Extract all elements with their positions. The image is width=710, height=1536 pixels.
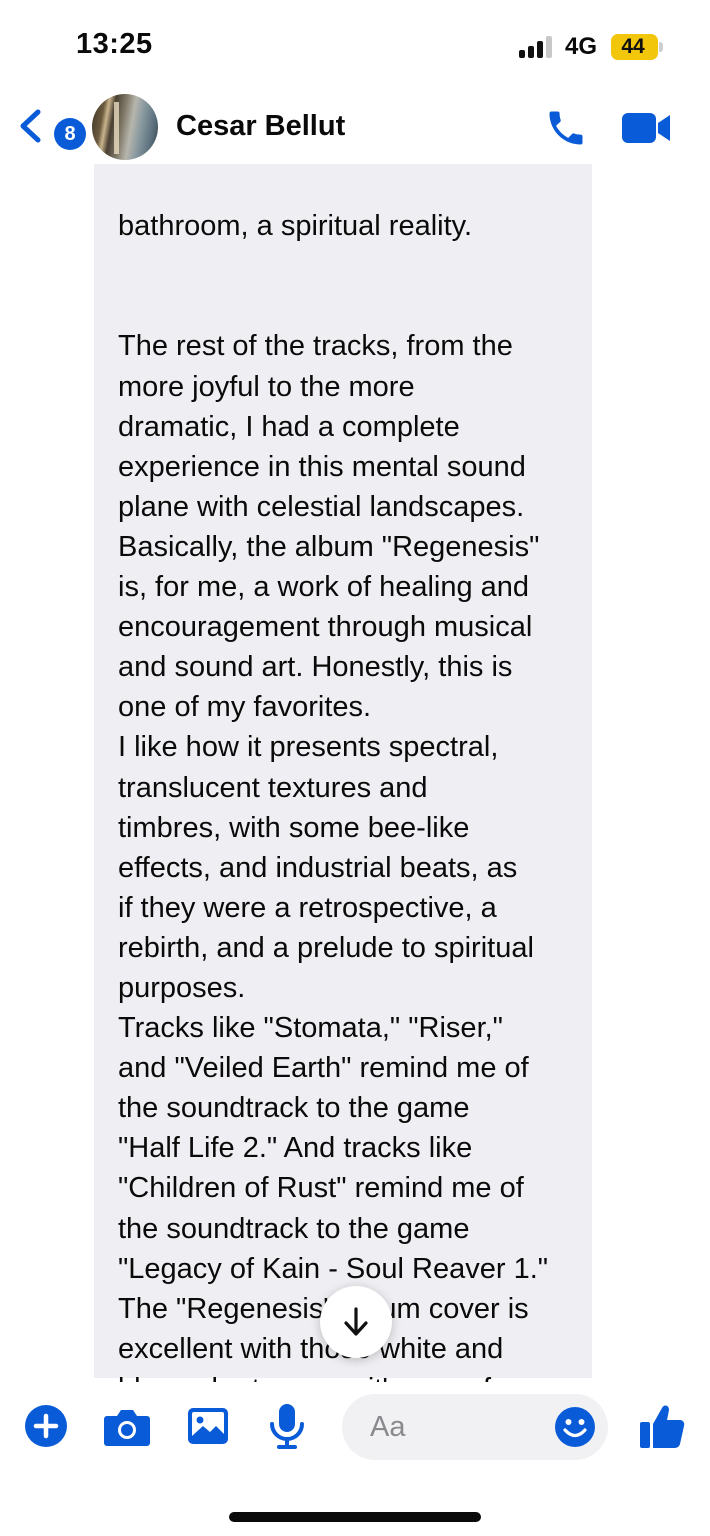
back-chevron-icon: [20, 109, 41, 143]
message-line: Tracks like "Stomata," "Riser,": [118, 1012, 503, 1045]
message-line: purposes.: [118, 971, 246, 1004]
arrow-down-icon: [344, 1307, 368, 1336]
contact-avatar[interactable]: [92, 94, 158, 160]
message-line: timbres, with some bee-like: [118, 811, 470, 844]
message-input[interactable]: [370, 1408, 540, 1446]
video-camera-icon[interactable]: [620, 110, 672, 146]
messenger-chat-screen: 13:25 4G 44 8 Cesar Bellut bathroom, a s…: [0, 0, 710, 1536]
message-line: the soundtrack to the game: [118, 1092, 470, 1125]
thumbs-up-icon[interactable]: [638, 1402, 686, 1450]
status-time: 13:25: [76, 28, 153, 60]
message-line: I like how it presents spectral,: [118, 731, 499, 764]
cellular-signal-icon: [519, 36, 555, 58]
message-line: more joyful to the more: [118, 370, 415, 403]
message-line: encouragement through musical: [118, 611, 533, 644]
message-text: bathroom, a spiritual reality. The rest …: [118, 164, 588, 1382]
emoji-icon[interactable]: [554, 1406, 596, 1448]
photo-icon[interactable]: [186, 1406, 230, 1446]
plus-icon[interactable]: [24, 1404, 68, 1448]
message-line: the soundtrack to the game: [118, 1212, 470, 1245]
message-line: if they were a retrospective, a: [118, 891, 497, 924]
status-bar: 13:25 4G 44: [0, 0, 710, 92]
message-line: experience in this mental sound: [118, 450, 526, 483]
message-line: and "Veiled Earth" remind me of: [118, 1052, 529, 1085]
message-lines: The rest of the tracks, from the more joy…: [118, 326, 588, 1382]
battery-level: 44: [621, 35, 645, 58]
camera-icon[interactable]: [103, 1406, 151, 1448]
message-line: "Children of Rust" remind me of: [118, 1172, 524, 1205]
message-line: blue color tones — it's one of: [118, 1369, 588, 1382]
message-line: is, for me, a work of healing and: [118, 571, 530, 604]
message-line: dramatic, I had a complete: [118, 410, 460, 443]
microphone-icon[interactable]: [268, 1402, 306, 1450]
message-line: rebirth, and a prelude to spiritual: [118, 931, 534, 964]
unread-count-badge: 8: [54, 118, 86, 150]
message-bubble[interactable]: bathroom, a spiritual reality. The rest …: [94, 164, 592, 1382]
message-line: "Legacy of Kain - Soul Reaver 1.": [118, 1252, 549, 1285]
message-line: translucent textures and: [118, 771, 428, 804]
network-type: 4G: [565, 33, 598, 60]
chat-header: 8 Cesar Bellut: [0, 92, 710, 164]
message-line: plane with celestial landscapes.: [118, 490, 525, 523]
composer-bar: [0, 1382, 710, 1482]
contact-name[interactable]: Cesar Bellut: [176, 110, 345, 143]
message-line: one of my favorites.: [118, 691, 372, 724]
conversation-area[interactable]: bathroom, a spiritual reality. The rest …: [0, 164, 710, 1382]
message-line-cut-off: bathroom, a spiritual reality.: [118, 210, 473, 243]
battery-icon: 44: [611, 34, 658, 60]
phone-icon[interactable]: [544, 106, 588, 150]
message-line: and sound art. Honestly, this is: [118, 651, 513, 684]
back-button[interactable]: 8: [14, 102, 86, 150]
scroll-to-bottom-button[interactable]: [320, 1286, 392, 1358]
message-line: The rest of the tracks, from the: [118, 330, 513, 363]
message-line: effects, and industrial beats, as: [118, 851, 518, 884]
message-line: "Half Life 2." And tracks like: [118, 1132, 473, 1165]
home-indicator: [229, 1512, 481, 1522]
message-line: Basically, the album "Regenesis": [118, 530, 540, 563]
battery-tip: [659, 42, 663, 52]
